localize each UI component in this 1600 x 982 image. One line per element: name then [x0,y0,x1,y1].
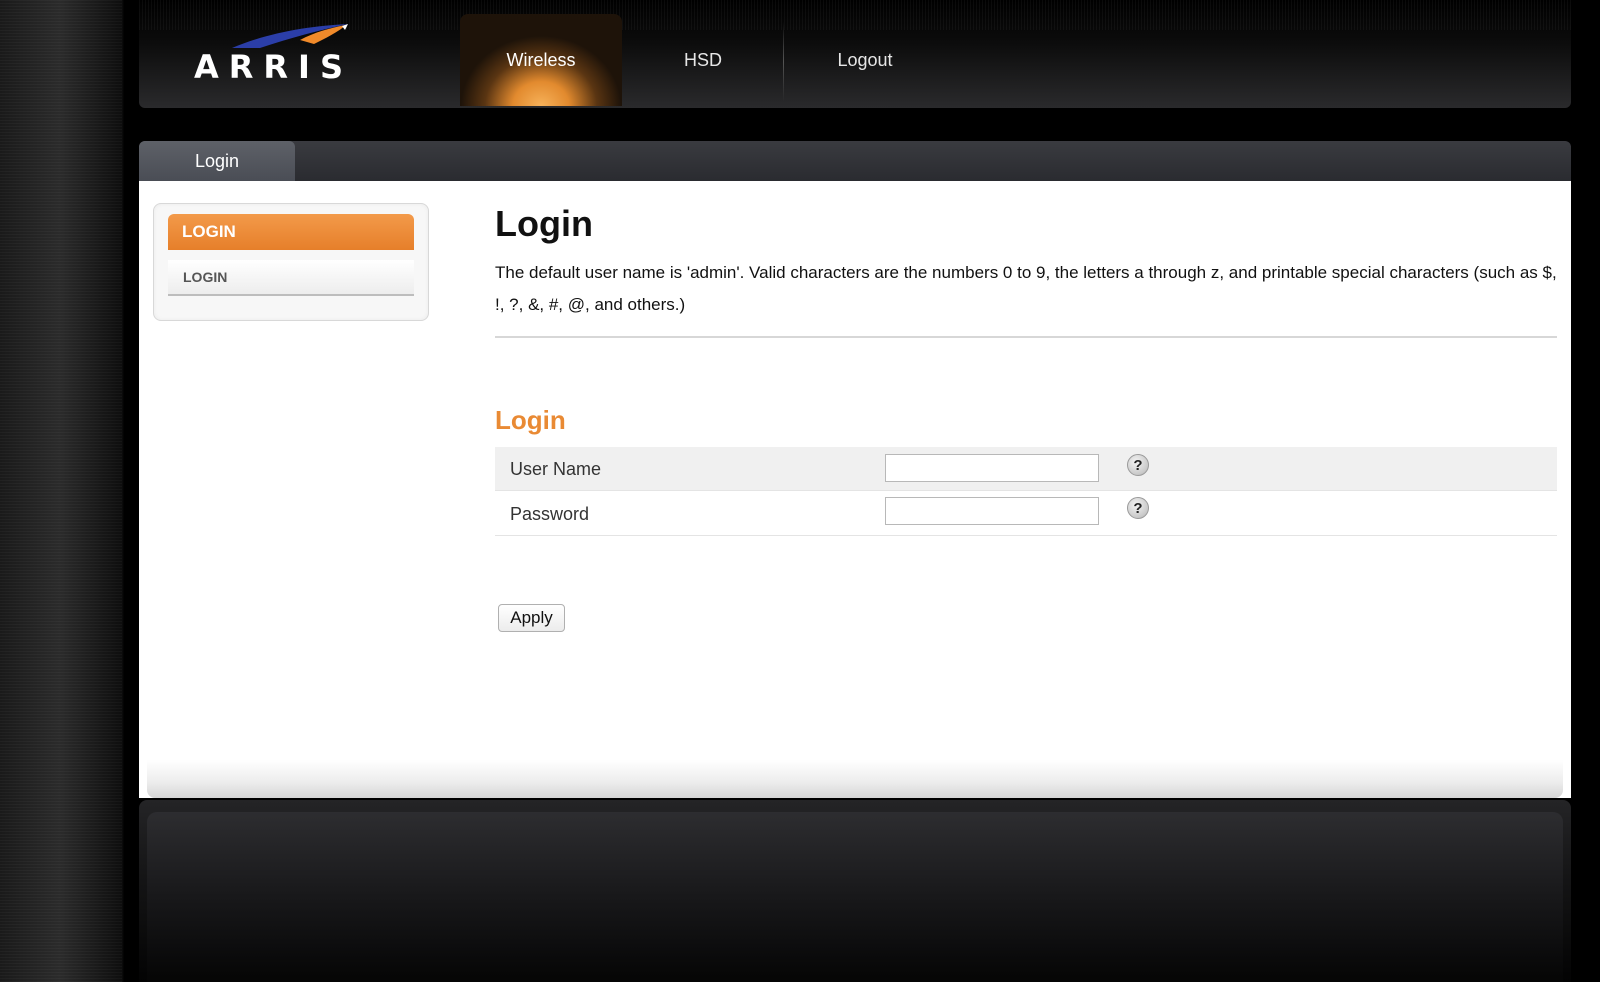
username-row: User Name ? [495,447,1557,491]
header: ARRIS Wireless HSD Logout [139,0,1571,108]
password-label: Password [510,504,590,524]
username-label: User Name [510,459,602,479]
help-icon[interactable]: ? [1127,454,1149,476]
sidebar: LOGIN LOGIN [153,203,429,321]
sidebar-header: LOGIN [168,214,414,250]
sidebar-item-login[interactable]: LOGIN [168,260,414,296]
apply-button[interactable]: Apply [498,604,565,632]
content-bottom-bevel [147,760,1563,798]
nav-tab-wireless[interactable]: Wireless [460,14,622,106]
logo-text: ARRIS [194,48,353,86]
divider [495,336,1557,338]
nav-tab-hsd[interactable]: HSD [622,14,784,106]
password-input[interactable] [885,497,1099,525]
main-nav: Wireless HSD Logout [460,14,946,106]
username-input[interactable] [885,454,1099,482]
background-stripes [0,0,122,982]
arris-logo: ARRIS [194,22,354,86]
tab-login[interactable]: Login [139,141,295,181]
password-row: Password ? [495,492,1557,536]
section-title: Login [495,405,566,435]
sub-tab-strip: Login [139,141,1571,181]
page-description: The default user name is 'admin'. Valid … [495,263,1557,314]
footer-band [139,800,1571,982]
page-title: Login [495,203,593,244]
page: ARRIS Wireless HSD Logout Login LOGIN LO… [0,0,1600,982]
content-panel: LOGIN LOGIN Login The default user name … [139,181,1571,798]
nav-tab-logout[interactable]: Logout [784,14,946,106]
help-icon[interactable]: ? [1127,497,1149,519]
footer-reflection [147,812,1563,982]
